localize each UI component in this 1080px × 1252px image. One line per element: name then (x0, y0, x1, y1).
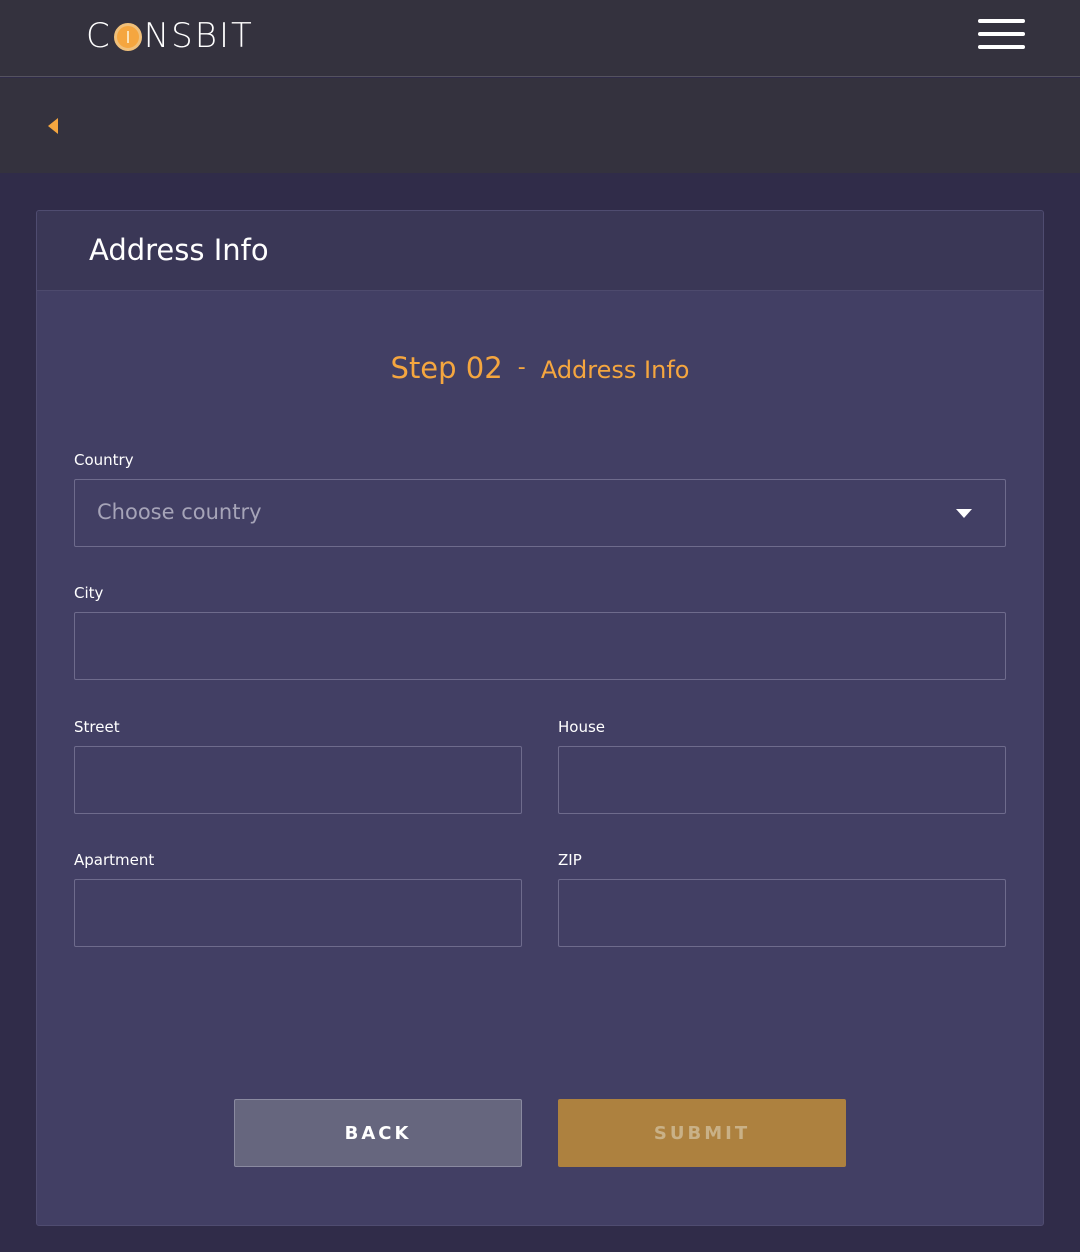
step-indicator: Step 02 - Address Info (37, 351, 1043, 385)
country-select[interactable]: Choose country (74, 479, 1006, 547)
coin-icon (113, 23, 142, 51)
top-navigation-bar: C NSBIT (0, 0, 1080, 77)
hamburger-menu-icon[interactable] (978, 18, 1025, 51)
zip-input[interactable] (558, 879, 1006, 947)
house-input[interactable] (558, 746, 1006, 814)
logo-prefix: C (86, 16, 112, 56)
street-input[interactable] (74, 746, 522, 814)
street-label: Street (74, 718, 120, 736)
city-input[interactable] (74, 612, 1006, 680)
card-header: Address Info (37, 211, 1043, 291)
city-label: City (74, 584, 104, 602)
house-label: House (558, 718, 606, 736)
country-label: Country (74, 451, 134, 469)
step-name: Address Info (540, 356, 690, 384)
country-placeholder: Choose country (97, 500, 262, 524)
apartment-label: Apartment (74, 851, 155, 869)
consbit-logo[interactable]: C NSBIT (86, 16, 254, 56)
back-button[interactable]: BACK (234, 1099, 522, 1167)
step-number: Step 02 (390, 351, 503, 385)
sub-navigation-bar (0, 78, 1080, 173)
card-title: Address Info (89, 233, 269, 267)
submit-button[interactable]: SUBMIT (558, 1099, 846, 1167)
apartment-input[interactable] (74, 879, 522, 947)
chevron-down-icon (956, 509, 972, 518)
zip-label: ZIP (558, 851, 582, 869)
step-separator: - (517, 355, 526, 380)
caret-left-icon[interactable] (44, 114, 64, 136)
logo-suffix: NSBIT (143, 16, 254, 56)
address-info-card: Address Info Step 02 - Address Info Coun… (36, 210, 1044, 1226)
